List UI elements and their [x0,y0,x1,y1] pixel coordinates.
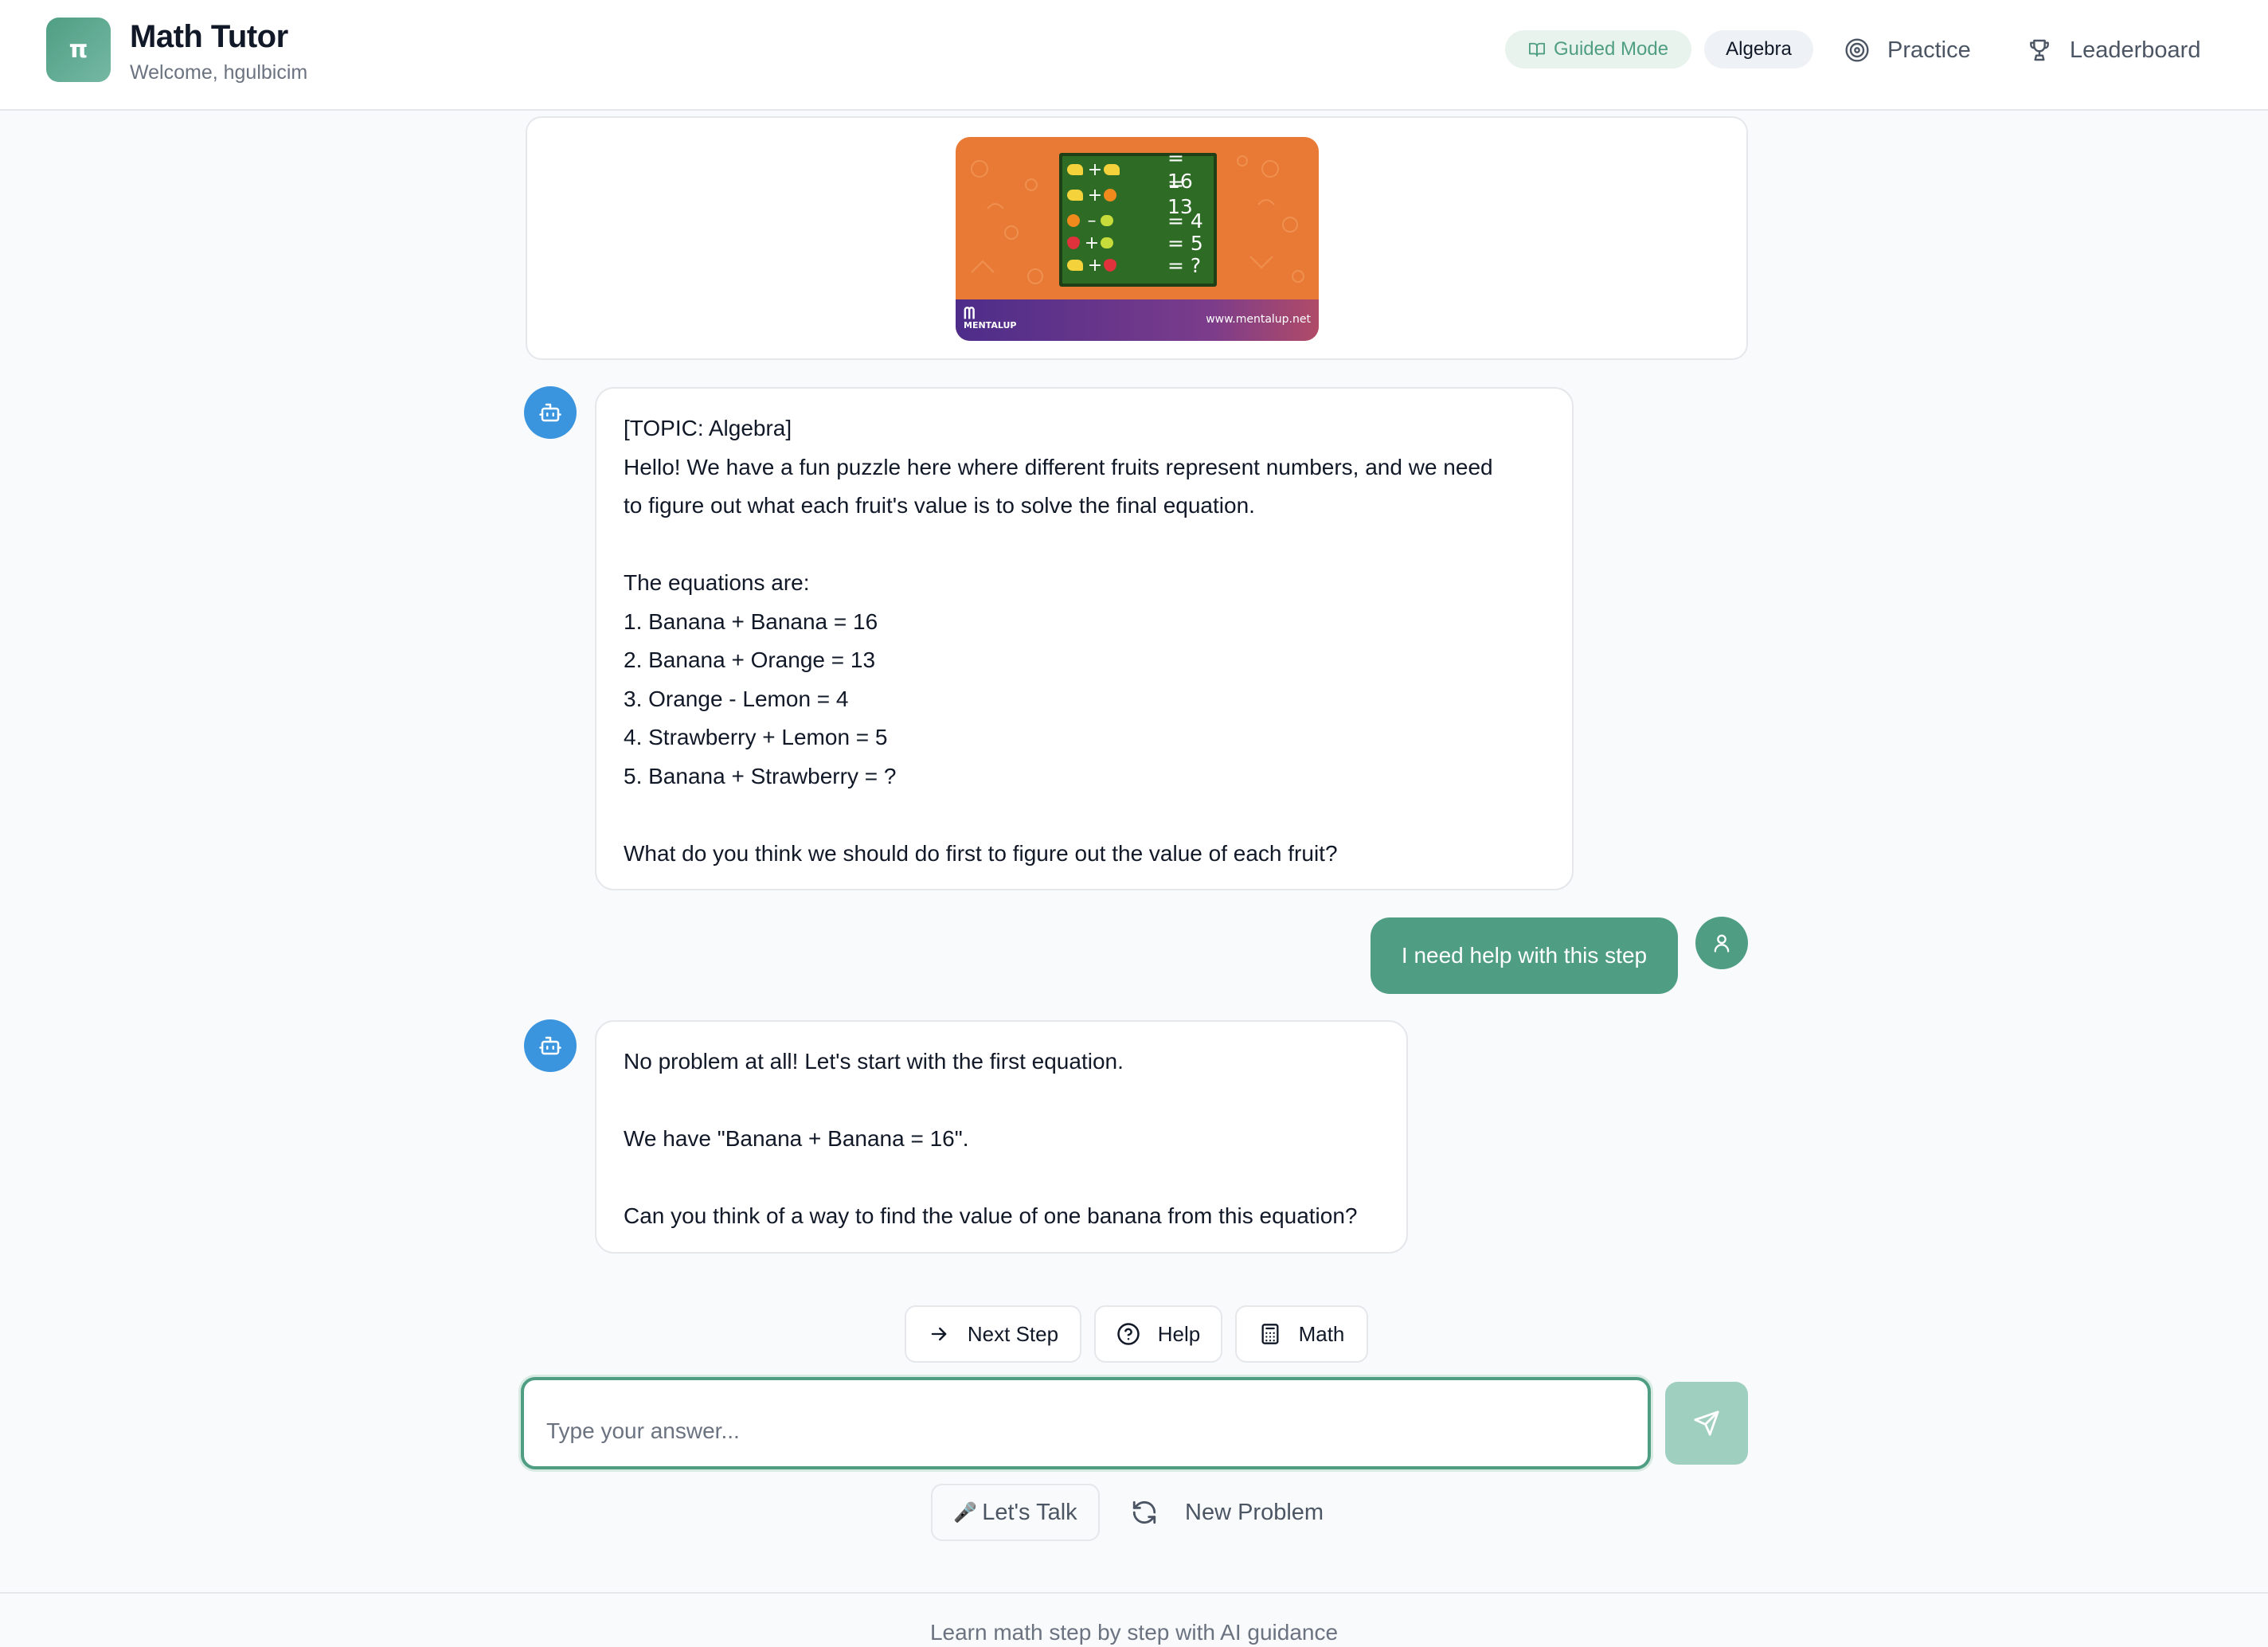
message-line: 2. Banana + Orange = 13 [624,647,876,672]
user-avatar [1695,917,1748,969]
math-button[interactable]: Math [1235,1305,1368,1363]
pi-logo-icon: π [46,18,111,82]
message-line: 1. Banana + Banana = 16 [624,608,878,634]
help-label: Help [1157,1321,1201,1346]
bot-message: [TOPIC: Algebra] Hello! We have a fun pu… [595,387,1574,890]
nav-leaderboard[interactable]: Leaderboard [2027,32,2200,68]
microphone-icon: 🎤 [953,1501,978,1524]
mentalup-mark-icon: ᗰ [964,303,976,323]
message-line: What do you think we should do first to … [624,840,1338,866]
puzzle-op: + [1087,159,1103,180]
lemon-icon [1101,237,1113,248]
puzzle-result: = ? [1167,253,1202,277]
new-problem-label: New Problem [1185,1499,1324,1525]
send-button[interactable] [1665,1382,1748,1465]
message-line: We have "Banana + Banana = 16". [624,1126,969,1151]
banana-icon [1067,164,1083,175]
lets-talk-button[interactable]: 🎤 Let's Talk [931,1484,1100,1541]
puzzle-row-2: + = 13 [1067,172,1212,218]
puzzle-row-4: + = 5 [1067,231,1212,255]
puzzle-op: + [1087,255,1103,276]
guided-mode-label: Guided Mode [1553,38,1669,60]
banana-icon [1067,190,1083,201]
message-line: Can you think of a way to find the value… [624,1203,1358,1228]
lets-talk-label: Let's Talk [982,1499,1077,1525]
help-button[interactable]: Help [1094,1305,1222,1363]
nav-practice-label: Practice [1887,37,1971,63]
app-title: Math Tutor [130,19,288,54]
topic-badge[interactable]: Algebra [1704,30,1813,68]
mentalup-logo: ᗰ MENTALUP [964,303,1017,331]
puzzle-row-3: – = 4 [1067,209,1212,233]
trophy-icon [2030,39,2049,61]
message-line: 5. Banana + Strawberry = ? [624,763,897,788]
puzzle-result: = 5 [1167,231,1203,255]
bot-message: No problem at all! Let's start with the … [595,1020,1408,1254]
guided-mode-badge[interactable]: Guided Mode [1505,30,1691,68]
problem-image-card: + = 16 + = 13 – = 4 + = 5 + = ? ᗰ MENTAL… [526,116,1748,360]
banana-icon [1104,164,1120,175]
next-step-button[interactable]: Next Step [905,1305,1081,1363]
message-line: Hello! We have a fun puzzle here where d… [624,454,1493,479]
fruit-puzzle-image: + = 16 + = 13 – = 4 + = 5 + = ? ᗰ MENTAL… [956,137,1319,341]
chalkboard: + = 16 + = 13 – = 4 + = 5 + = ? [1059,147,1217,287]
book-icon [1528,42,1545,57]
message-line [624,526,1545,565]
message-line: The equations are: [624,570,810,595]
strawberry-icon [1104,259,1116,272]
user-icon [1714,934,1730,953]
message-line [624,796,1545,835]
next-step-label: Next Step [967,1321,1059,1346]
message-line [624,1082,1379,1121]
orange-icon [1067,214,1080,227]
puzzle-footer-band: ᗰ MENTALUP www.mentalup.net [956,299,1319,341]
footer-text: Learn math step by step with AI guidance [929,1620,1339,1645]
puzzle-op: + [1084,233,1100,253]
bot-icon [539,403,561,422]
puzzle-op: – [1087,210,1097,231]
nav-practice[interactable]: Practice [1844,32,1971,68]
calculator-icon [1261,1324,1279,1344]
message-line: 4. Strawberry + Lemon = 5 [624,725,888,749]
banana-icon [1067,260,1083,271]
message-line: to figure out what each fruit's value is… [624,493,1255,518]
footer-divider [0,1592,2268,1594]
target-icon [1845,38,1869,62]
puzzle-row-5: + = ? [1067,253,1212,277]
brand-name: MENTALUP [964,320,1017,331]
refresh-icon [1132,1500,1156,1524]
bot-icon [539,1036,561,1055]
send-icon [1694,1410,1719,1436]
strawberry-icon [1067,237,1080,249]
puzzle-op: + [1087,185,1103,205]
new-problem-button[interactable]: New Problem [1131,1484,1324,1541]
app-header: π Math Tutor Welcome, hgulbicim Guided M… [0,0,2268,111]
bot-avatar [524,1019,577,1072]
user-message: I need help with this step [1371,917,1678,994]
answer-input[interactable] [521,1377,1651,1469]
message-line: [TOPIC: Algebra] [624,416,792,440]
site-url: www.mentalup.net [1206,313,1311,326]
question-circle-icon [1117,1323,1140,1345]
message-line: 3. Orange - Lemon = 4 [624,686,849,711]
puzzle-result: = 4 [1167,209,1203,233]
message-line [624,1159,1379,1198]
orange-icon [1104,189,1116,201]
arrow-right-icon [931,1327,947,1341]
message-line: No problem at all! Let's start with the … [624,1049,1124,1074]
welcome-text: Welcome, hgulbicim [130,61,308,84]
lemon-icon [1101,215,1113,226]
math-label: Math [1298,1321,1345,1346]
nav-leaderboard-label: Leaderboard [2070,37,2201,63]
bot-avatar [524,386,577,439]
